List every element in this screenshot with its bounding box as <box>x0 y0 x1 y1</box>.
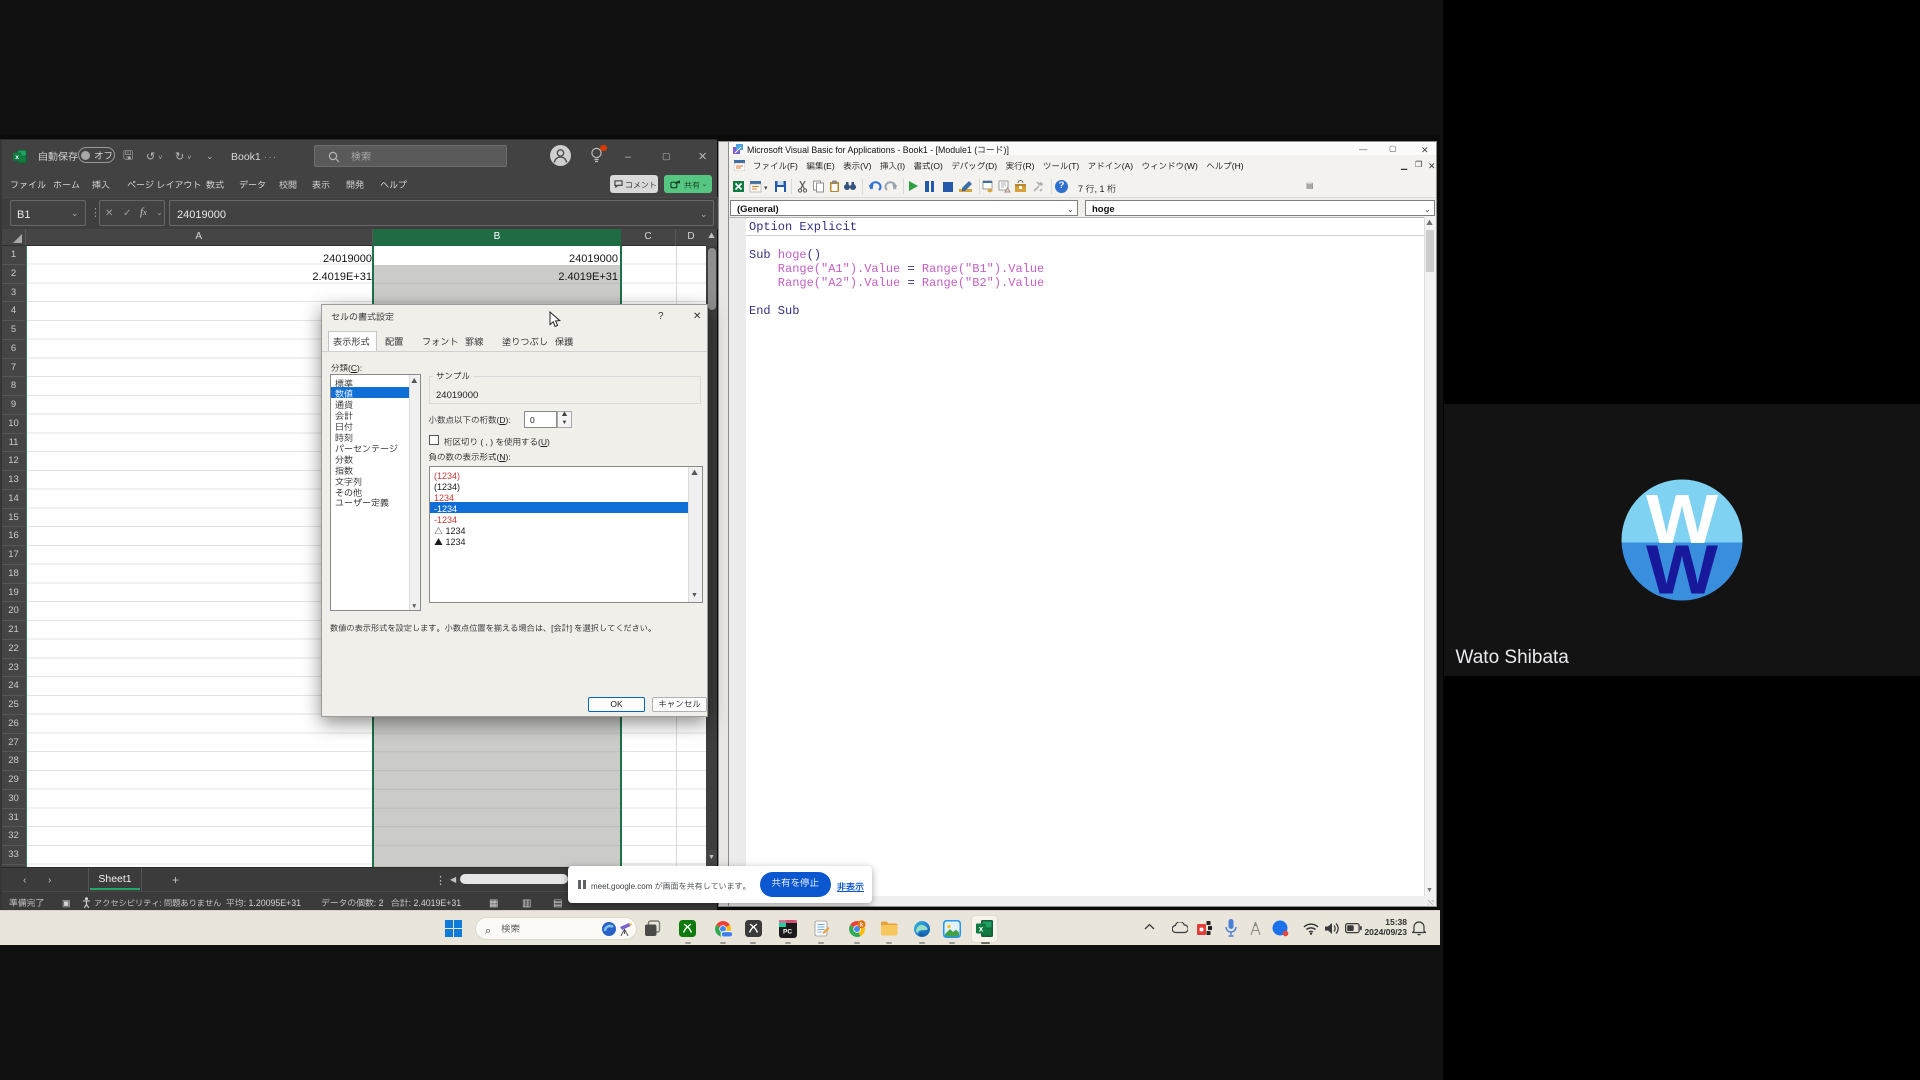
svg-text:W: W <box>1646 480 1718 558</box>
svg-text:x: x <box>979 924 984 933</box>
svg-text:x: x <box>15 154 19 161</box>
svg-text:PC: PC <box>783 928 792 935</box>
